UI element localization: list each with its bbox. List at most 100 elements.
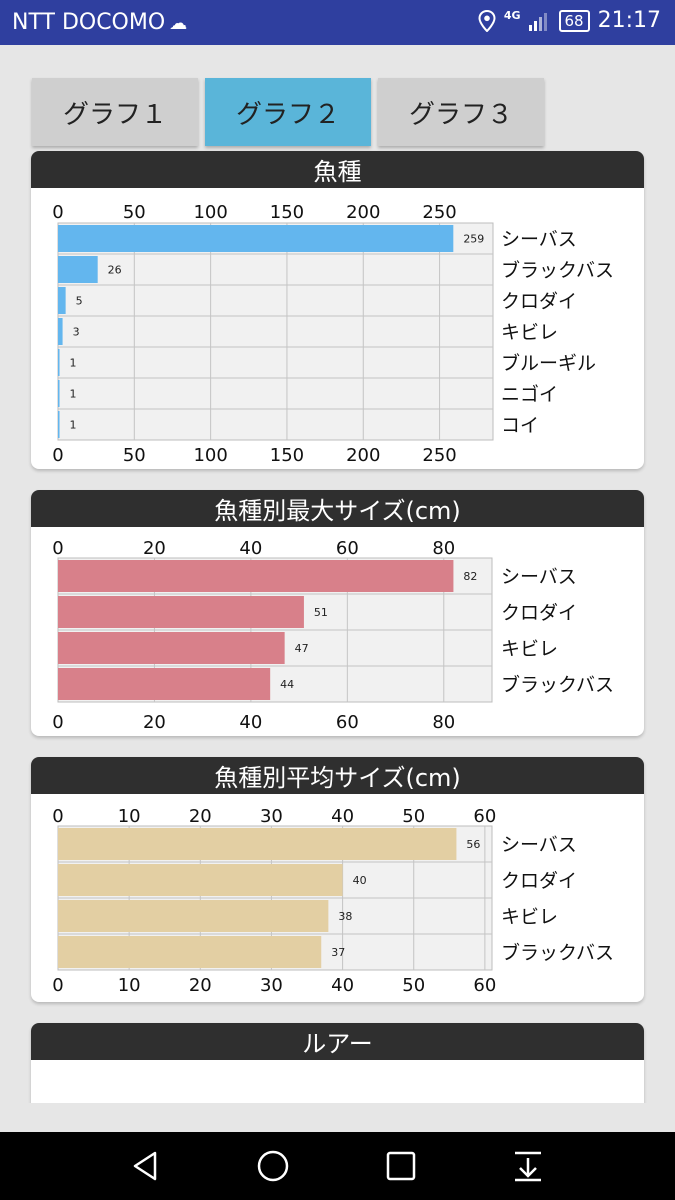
bar [58,900,329,932]
category-label: クロダイ [501,291,577,313]
tab-label: グラフ２ [235,99,340,130]
x-tick-label-top: 0 [52,538,63,559]
status-bar: NTT DOCOMO ☁ 4G 68 21:17 [0,0,675,45]
x-tick-label-bottom: 40 [331,975,354,996]
x-tick-label-top: 30 [260,806,283,827]
navigation-bar [0,1132,675,1200]
category-label: キビレ [501,322,558,344]
data-label: 3 [73,326,80,339]
bar [58,864,343,896]
x-tick-label-top: 30 [130,1100,153,1103]
chart-max-size: 0 0 20 20 40 40 60 60 80 80 82 シーバス 51 クロダイ 47 キビレ 44 ブラッ… [52,538,614,733]
bar [58,287,66,314]
x-tick-label-bottom: 40 [239,712,262,733]
x-tick-label-bottom: 200 [346,445,380,466]
x-tick-label-bottom: 20 [189,975,212,996]
data-label: 1 [70,419,77,432]
x-tick-label-top: 20 [102,1100,125,1103]
bar [58,256,98,283]
network-type: 4G [503,9,521,22]
x-tick-label-top: 150 [270,202,304,223]
category-label: ブラックバス [501,941,614,964]
category-label: シーバス [501,229,577,251]
tab-label: グラフ３ [408,99,513,130]
x-tick-label-top: 0 [52,1100,63,1103]
chart-fish-species: 0 0 50 50 100 100 150 150 200 200 250 250 259 シーバス 26 ブ… [52,202,614,466]
x-tick-label-top: 200 [346,202,380,223]
cloud-icon: ☁ [169,13,188,34]
signal-icon [528,12,547,31]
category-label: クロダイ [501,870,577,892]
x-tick-label-top: 250 [422,202,456,223]
x-tick-label-bottom: 60 [336,712,359,733]
x-tick-label-top: 40 [239,538,262,559]
x-tick-label-top: 50 [402,806,425,827]
category-label: ニゴイ [501,384,558,406]
data-label: 51 [314,606,328,619]
data-label: 1 [70,388,77,401]
x-tick-label-bottom: 80 [432,712,455,733]
x-tick-label-top: 80 [432,538,455,559]
chart-card-avg-size: 魚種別平均サイズ(cm) 0 0 10 10 20 20 30 30 40 40 50 50 60 60 5… [31,757,644,1002]
bar [58,828,457,860]
data-label: 38 [338,910,352,923]
category-label: ブラックバス [501,673,614,696]
carrier-label: NTT DOCOMO [12,10,166,35]
chart-card-lure: ルアー 0 10 20 30 40 50 [31,1023,644,1103]
tab-graph-2[interactable]: グラフ２ [205,78,371,146]
recent-apps-icon[interactable] [384,1149,418,1183]
chart-title: ルアー [31,1023,644,1060]
x-tick-label-top: 10 [74,1100,97,1103]
data-label: 40 [353,874,367,887]
x-tick-label-top: 0 [52,806,63,827]
x-tick-label-top: 50 [185,1100,208,1103]
x-tick-label-top: 60 [336,538,359,559]
bar [58,380,60,407]
chart-title: 魚種別平均サイズ(cm) [31,757,644,794]
data-label: 56 [466,838,480,851]
x-tick-label-top: 20 [189,806,212,827]
data-label: 47 [295,642,309,655]
notification-pull-icon[interactable] [511,1149,545,1183]
battery-icon: 68 [558,9,590,32]
tab-graph-3[interactable]: グラフ３ [378,78,544,146]
x-tick-label-top: 40 [157,1100,180,1103]
x-tick-label-top: 50 [123,202,146,223]
x-tick-label-top: 40 [331,806,354,827]
bar [58,936,322,968]
x-tick-label-bottom: 10 [118,975,141,996]
category-label: シーバス [501,566,577,588]
data-label: 82 [463,570,477,583]
chart-lure: 0 10 20 30 40 50 [52,1100,208,1103]
data-label: 37 [331,946,345,959]
x-tick-label-bottom: 100 [193,445,227,466]
battery-level: 68 [564,11,584,30]
bar [58,632,285,664]
bar [58,411,60,438]
bar [58,318,63,345]
tab-graph-1[interactable]: グラフ１ [32,78,198,146]
x-tick-label-bottom: 50 [123,445,146,466]
main-content[interactable]: グラフ１ グラフ２ グラフ３ 魚種 0 0 50 50 100 100 150 150 200 2… [0,45,675,1103]
category-label: ブラックバス [501,259,614,282]
data-label: 5 [76,295,83,308]
x-tick-label-top: 60 [473,806,496,827]
x-tick-label-bottom: 20 [143,712,166,733]
category-label: クロダイ [501,602,577,624]
home-icon[interactable] [256,1149,290,1183]
x-tick-label-bottom: 60 [473,975,496,996]
x-tick-label-top: 100 [193,202,227,223]
bar [58,668,271,700]
x-tick-label-bottom: 0 [52,975,63,996]
bar [58,596,304,628]
chart-avg-size: 0 0 10 10 20 20 30 30 40 40 50 50 60 60 56 シーバス 40 クロダイ 38… [52,806,614,996]
category-label: キビレ [501,638,558,660]
data-label: 1 [70,357,77,370]
x-tick-label-bottom: 0 [52,445,63,466]
x-tick-label-top: 10 [118,806,141,827]
category-label: キビレ [501,906,558,928]
location-icon [478,9,496,32]
chart-card-max-size: 魚種別最大サイズ(cm) 0 0 20 20 40 40 60 60 80 80 82 シーバス 51 ク… [31,490,644,736]
bar [58,349,60,376]
back-icon[interactable] [129,1149,163,1183]
